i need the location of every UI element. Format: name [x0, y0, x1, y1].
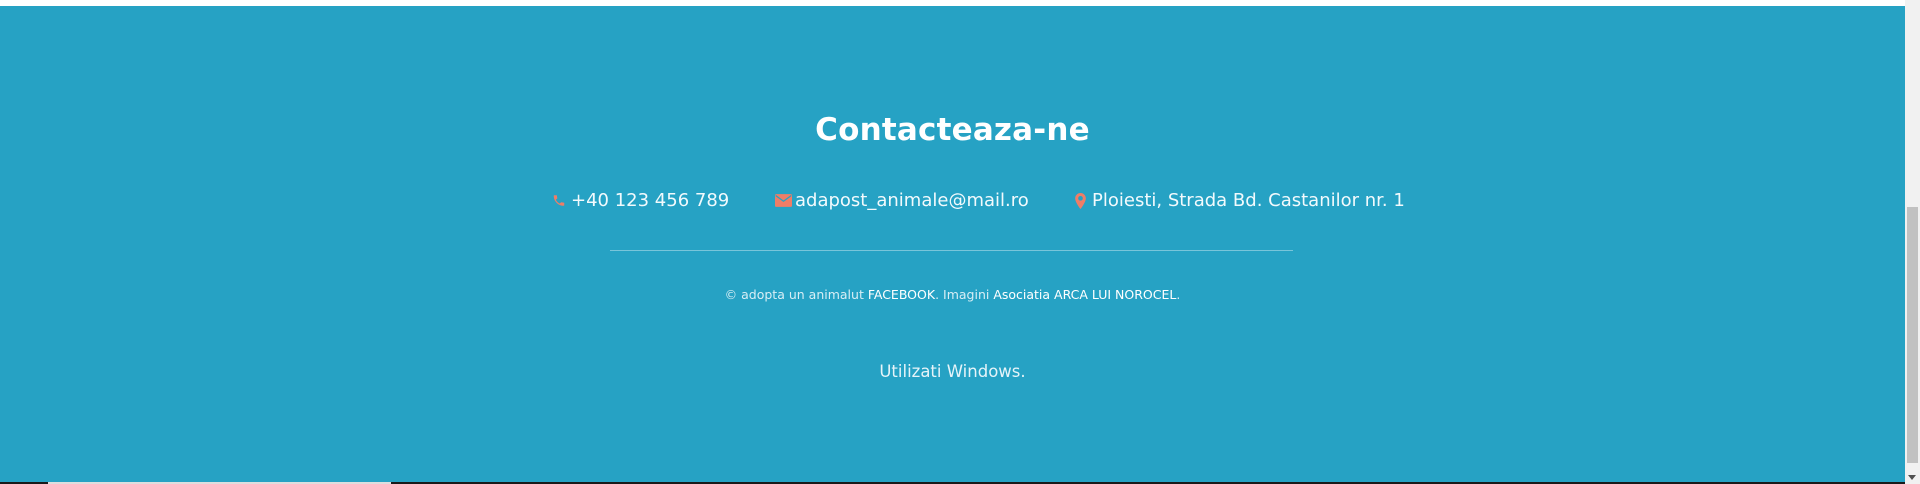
copyright-prefix: © adopta un animalut — [724, 287, 868, 302]
contact-address-text: Ploiesti, Strada Bd. Castanilor nr. 1 — [1092, 190, 1405, 211]
contact-title: Contacteaza-ne — [815, 112, 1090, 148]
page: Contacteaza-ne +40 123 456 789 adapost_a… — [0, 0, 1920, 484]
scrollbar-thumb[interactable] — [1907, 207, 1918, 463]
contact-email[interactable]: adapost_animale@mail.ro — [774, 190, 1029, 211]
copyright-middle: . Imagini — [935, 287, 994, 302]
contact-list: +40 123 456 789 adapost_animale@mail.ro — [0, 190, 1905, 218]
contact-phone-text: +40 123 456 789 — [571, 190, 730, 211]
windows-note: Utilizati Windows. — [879, 362, 1026, 381]
vertical-scrollbar[interactable] — [1905, 0, 1920, 484]
contact-footer: Contacteaza-ne +40 123 456 789 adapost_a… — [0, 6, 1905, 482]
scroll-down-arrow-icon[interactable] — [1908, 475, 1916, 480]
phone-icon — [550, 192, 568, 210]
contact-email-text: adapost_animale@mail.ro — [795, 190, 1029, 211]
contact-phone[interactable]: +40 123 456 789 — [550, 190, 729, 211]
map-marker-icon — [1071, 192, 1089, 210]
arca-lui-norocel-link[interactable]: Asociatia ARCA LUI NOROCEL — [993, 287, 1176, 302]
envelope-icon — [774, 192, 792, 210]
facebook-link[interactable]: FACEBOOK — [868, 287, 935, 302]
copyright-suffix: . — [1176, 287, 1181, 302]
contact-address[interactable]: Ploiesti, Strada Bd. Castanilor nr. 1 — [1071, 190, 1405, 211]
copyright-text: © adopta un animalut FACEBOOK. Imagini A… — [0, 287, 1905, 302]
footer-divider — [610, 250, 1293, 251]
